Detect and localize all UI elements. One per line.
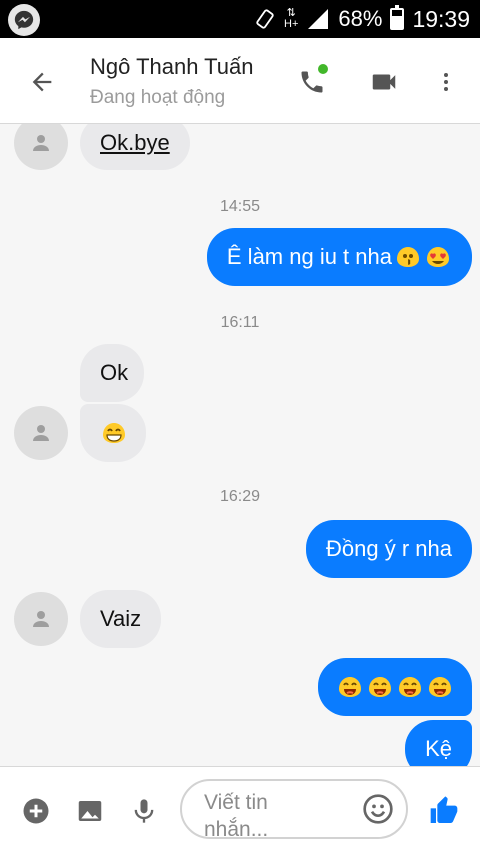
- signal-icon: [306, 8, 330, 30]
- message-text[interactable]: Ok.bye: [100, 130, 170, 155]
- contact-name[interactable]: Ngô Thanh Tuấn: [90, 54, 254, 80]
- message-input-placeholder[interactable]: Viết tin nhắn...: [204, 789, 334, 844]
- online-indicator: [318, 64, 328, 74]
- data-arrows-icon: ⇅ H+: [284, 7, 299, 30]
- laugh-emoji: [366, 673, 394, 701]
- image-icon[interactable]: [70, 791, 110, 831]
- heart-eyes-emoji: [424, 243, 452, 271]
- message-list[interactable]: Ok.bye 14:55 Ê làm ng iu t nha 16:11 Ok …: [0, 124, 480, 766]
- rotate-icon: [254, 8, 276, 30]
- avatar[interactable]: [14, 124, 68, 170]
- messenger-notification-icon: [8, 4, 40, 36]
- outgoing-message[interactable]: [318, 658, 472, 716]
- incoming-message[interactable]: Vaiz: [80, 590, 162, 648]
- timestamp: 14:55: [219, 198, 261, 215]
- incoming-message[interactable]: [80, 404, 146, 462]
- laugh-emoji: [426, 673, 454, 701]
- battery-percent: 68%: [338, 6, 383, 31]
- message-text: Vaiz: [100, 605, 142, 631]
- laugh-emoji: [396, 673, 424, 701]
- add-circle-icon[interactable]: [16, 791, 56, 831]
- status-bar: ⇅ H+ 68% 19:39: [0, 0, 480, 38]
- message-text: Đồng ý r nha: [326, 535, 452, 561]
- kiss-emoji: [394, 243, 422, 271]
- outgoing-message[interactable]: Ê làm ng iu t nha: [206, 228, 472, 286]
- conversation-header: Ngô Thanh Tuấn Đang hoạt động: [0, 38, 480, 124]
- battery-icon: [390, 5, 405, 30]
- back-arrow-icon[interactable]: [22, 62, 62, 102]
- smiley-icon[interactable]: [360, 791, 396, 827]
- clock: 19:39: [412, 5, 470, 32]
- timestamp: 16:29: [219, 488, 261, 505]
- more-vertical-icon[interactable]: [426, 62, 466, 102]
- laugh-emoji: [336, 673, 364, 701]
- microphone-icon[interactable]: [124, 791, 164, 831]
- timestamp: 16:11: [220, 314, 260, 331]
- outgoing-message[interactable]: Đồng ý r nha: [306, 520, 472, 578]
- video-camera-icon[interactable]: [364, 62, 404, 102]
- presence-status: Đang hoạt động: [90, 87, 226, 108]
- network-type: H+: [284, 18, 299, 30]
- composer-bar: Viết tin nhắn...: [0, 766, 480, 854]
- avatar[interactable]: [14, 592, 68, 646]
- message-text: Ok: [100, 359, 129, 385]
- grin-emoji: [100, 419, 128, 447]
- thumbs-up-icon[interactable]: [424, 791, 464, 831]
- incoming-message[interactable]: Ok.bye: [80, 124, 190, 170]
- phone-icon[interactable]: [292, 62, 332, 102]
- message-input[interactable]: Viết tin nhắn...: [180, 779, 408, 841]
- incoming-message[interactable]: Ok: [80, 344, 144, 402]
- outgoing-message[interactable]: Kệ: [405, 720, 472, 766]
- message-text: Kệ: [425, 735, 452, 761]
- message-text: Ê làm ng iu t nha: [226, 243, 392, 269]
- avatar[interactable]: [14, 406, 68, 460]
